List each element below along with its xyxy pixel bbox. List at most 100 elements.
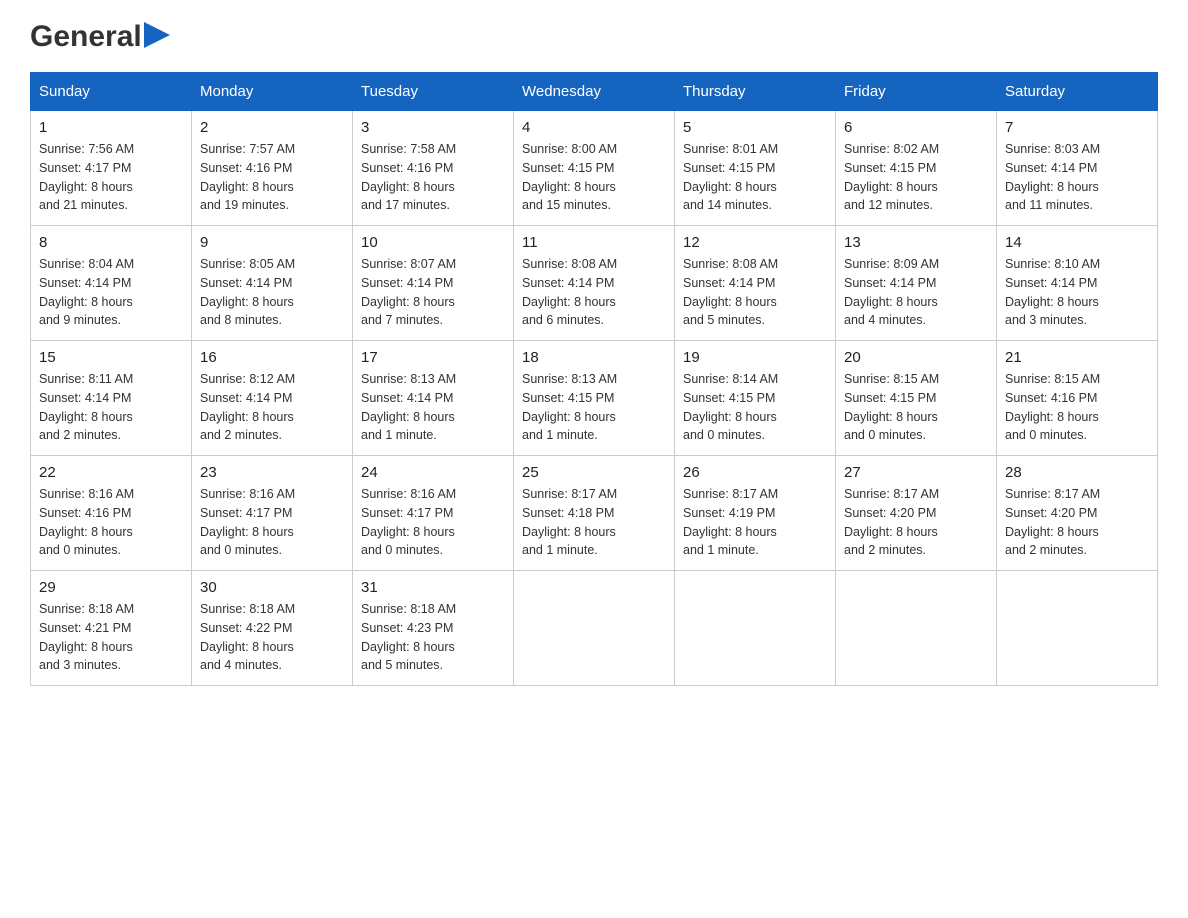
day-info: Sunrise: 8:07 AMSunset: 4:14 PMDaylight:… [361, 255, 505, 330]
day-number: 21 [1005, 349, 1149, 366]
calendar-cell: 26 Sunrise: 8:17 AMSunset: 4:19 PMDayligh… [675, 456, 836, 571]
day-number: 10 [361, 234, 505, 251]
day-info: Sunrise: 8:17 AMSunset: 4:19 PMDaylight:… [683, 485, 827, 560]
col-header-sunday: Sunday [31, 73, 192, 111]
calendar-cell: 17 Sunrise: 8:13 AMSunset: 4:14 PMDayligh… [353, 341, 514, 456]
day-info: Sunrise: 8:05 AMSunset: 4:14 PMDaylight:… [200, 255, 344, 330]
day-number: 13 [844, 234, 988, 251]
page-header: General [30, 20, 1158, 52]
calendar-week-row: 22 Sunrise: 8:16 AMSunset: 4:16 PMDayligh… [31, 456, 1158, 571]
calendar-cell: 25 Sunrise: 8:17 AMSunset: 4:18 PMDayligh… [514, 456, 675, 571]
day-info: Sunrise: 8:01 AMSunset: 4:15 PMDaylight:… [683, 140, 827, 215]
col-header-thursday: Thursday [675, 73, 836, 111]
calendar-cell: 18Sunrise: 8:13 AMSunset: 4:15 PMDayligh… [514, 341, 675, 456]
calendar-cell: 31 Sunrise: 8:18 AMSunset: 4:23 PMDayligh… [353, 571, 514, 686]
logo-general-text: General [30, 20, 142, 54]
day-info: Sunrise: 8:16 AMSunset: 4:16 PMDaylight:… [39, 485, 183, 560]
calendar-cell: 19 Sunrise: 8:14 AMSunset: 4:15 PMDayligh… [675, 341, 836, 456]
day-info: Sunrise: 8:17 AMSunset: 4:20 PMDaylight:… [1005, 485, 1149, 560]
col-header-friday: Friday [836, 73, 997, 111]
logo: General [30, 20, 170, 52]
day-info: Sunrise: 8:18 AMSunset: 4:21 PMDaylight:… [39, 600, 183, 675]
day-number: 11 [522, 234, 666, 251]
calendar-cell: 20 Sunrise: 8:15 AMSunset: 4:15 PMDayligh… [836, 341, 997, 456]
day-info: Sunrise: 8:00 AMSunset: 4:15 PMDaylight:… [522, 140, 666, 215]
day-info: Sunrise: 7:58 AMSunset: 4:16 PMDaylight:… [361, 140, 505, 215]
day-info: Sunrise: 8:08 AMSunset: 4:14 PMDaylight:… [683, 255, 827, 330]
calendar-header-row: SundayMondayTuesdayWednesdayThursdayFrid… [31, 73, 1158, 111]
calendar-cell: 2 Sunrise: 7:57 AMSunset: 4:16 PMDaylight… [192, 111, 353, 226]
day-number: 12 [683, 234, 827, 251]
calendar-cell: 30 Sunrise: 8:18 AMSunset: 4:22 PMDayligh… [192, 571, 353, 686]
logo-triangle-icon [144, 22, 170, 48]
day-info: Sunrise: 8:10 AMSunset: 4:14 PMDaylight:… [1005, 255, 1149, 330]
day-info: Sunrise: 8:17 AMSunset: 4:20 PMDaylight:… [844, 485, 988, 560]
day-number: 5 [683, 119, 827, 136]
day-number: 18 [522, 349, 666, 366]
day-info: Sunrise: 8:18 AMSunset: 4:22 PMDaylight:… [200, 600, 344, 675]
day-number: 22 [39, 464, 183, 481]
calendar-cell: 27 Sunrise: 8:17 AMSunset: 4:20 PMDayligh… [836, 456, 997, 571]
day-info: Sunrise: 8:15 AMSunset: 4:16 PMDaylight:… [1005, 370, 1149, 445]
day-number: 23 [200, 464, 344, 481]
day-number: 19 [683, 349, 827, 366]
calendar-table: SundayMondayTuesdayWednesdayThursdayFrid… [30, 72, 1158, 686]
calendar-week-row: 1Sunrise: 7:56 AMSunset: 4:17 PMDaylight… [31, 111, 1158, 226]
day-number: 25 [522, 464, 666, 481]
day-info: Sunrise: 8:02 AMSunset: 4:15 PMDaylight:… [844, 140, 988, 215]
calendar-cell: 22 Sunrise: 8:16 AMSunset: 4:16 PMDayligh… [31, 456, 192, 571]
calendar-cell: 6 Sunrise: 8:02 AMSunset: 4:15 PMDaylight… [836, 111, 997, 226]
day-info: Sunrise: 8:15 AMSunset: 4:15 PMDaylight:… [844, 370, 988, 445]
day-number: 2 [200, 119, 344, 136]
calendar-cell: 24 Sunrise: 8:16 AMSunset: 4:17 PMDayligh… [353, 456, 514, 571]
calendar-cell: 14 Sunrise: 8:10 AMSunset: 4:14 PMDayligh… [997, 226, 1158, 341]
day-number: 28 [1005, 464, 1149, 481]
day-number: 9 [200, 234, 344, 251]
calendar-cell: 8Sunrise: 8:04 AMSunset: 4:14 PMDaylight… [31, 226, 192, 341]
day-number: 24 [361, 464, 505, 481]
day-info: Sunrise: 8:13 AMSunset: 4:14 PMDaylight:… [361, 370, 505, 445]
day-number: 4 [522, 119, 666, 136]
calendar-cell [514, 571, 675, 686]
calendar-cell: 12 Sunrise: 8:08 AMSunset: 4:14 PMDayligh… [675, 226, 836, 341]
day-info: Sunrise: 8:03 AMSunset: 4:14 PMDaylight:… [1005, 140, 1149, 215]
calendar-cell: 11 Sunrise: 8:08 AMSunset: 4:14 PMDayligh… [514, 226, 675, 341]
calendar-cell: 28 Sunrise: 8:17 AMSunset: 4:20 PMDayligh… [997, 456, 1158, 571]
col-header-wednesday: Wednesday [514, 73, 675, 111]
day-number: 16 [200, 349, 344, 366]
day-number: 31 [361, 579, 505, 596]
day-number: 30 [200, 579, 344, 596]
day-info: Sunrise: 8:08 AMSunset: 4:14 PMDaylight:… [522, 255, 666, 330]
day-number: 3 [361, 119, 505, 136]
day-number: 6 [844, 119, 988, 136]
calendar-cell: 5 Sunrise: 8:01 AMSunset: 4:15 PMDaylight… [675, 111, 836, 226]
calendar-cell: 9 Sunrise: 8:05 AMSunset: 4:14 PMDaylight… [192, 226, 353, 341]
day-info: Sunrise: 8:16 AMSunset: 4:17 PMDaylight:… [200, 485, 344, 560]
day-info: Sunrise: 8:17 AMSunset: 4:18 PMDaylight:… [522, 485, 666, 560]
day-info: Sunrise: 7:57 AMSunset: 4:16 PMDaylight:… [200, 140, 344, 215]
day-number: 29 [39, 579, 183, 596]
day-info: Sunrise: 8:04 AMSunset: 4:14 PMDaylight:… [39, 255, 183, 330]
day-info: Sunrise: 8:14 AMSunset: 4:15 PMDaylight:… [683, 370, 827, 445]
day-info: Sunrise: 8:16 AMSunset: 4:17 PMDaylight:… [361, 485, 505, 560]
calendar-cell [675, 571, 836, 686]
day-number: 20 [844, 349, 988, 366]
day-number: 17 [361, 349, 505, 366]
calendar-cell: 4 Sunrise: 8:00 AMSunset: 4:15 PMDaylight… [514, 111, 675, 226]
day-info: Sunrise: 8:09 AMSunset: 4:14 PMDaylight:… [844, 255, 988, 330]
calendar-cell: 15Sunrise: 8:11 AMSunset: 4:14 PMDayligh… [31, 341, 192, 456]
day-number: 1 [39, 119, 183, 136]
day-number: 27 [844, 464, 988, 481]
day-number: 15 [39, 349, 183, 366]
col-header-saturday: Saturday [997, 73, 1158, 111]
calendar-cell: 3 Sunrise: 7:58 AMSunset: 4:16 PMDaylight… [353, 111, 514, 226]
day-info: Sunrise: 8:18 AMSunset: 4:23 PMDaylight:… [361, 600, 505, 675]
day-number: 7 [1005, 119, 1149, 136]
day-number: 26 [683, 464, 827, 481]
calendar-cell [997, 571, 1158, 686]
calendar-cell: 13 Sunrise: 8:09 AMSunset: 4:14 PMDayligh… [836, 226, 997, 341]
calendar-cell: 23 Sunrise: 8:16 AMSunset: 4:17 PMDayligh… [192, 456, 353, 571]
day-number: 14 [1005, 234, 1149, 251]
calendar-cell: 7 Sunrise: 8:03 AMSunset: 4:14 PMDaylight… [997, 111, 1158, 226]
calendar-cell [836, 571, 997, 686]
